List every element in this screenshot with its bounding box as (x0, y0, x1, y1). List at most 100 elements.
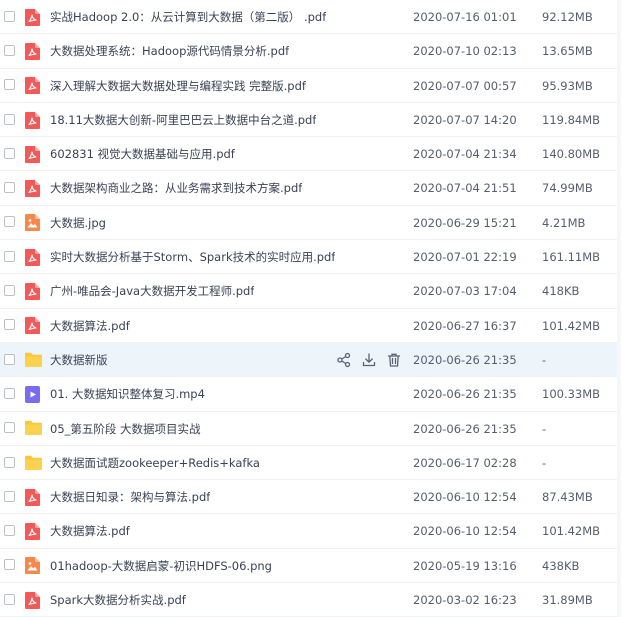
file-name[interactable]: 大数据架构商业之路：从业务需求到技术方案.pdf (50, 171, 302, 205)
pdf-file-icon (25, 523, 40, 541)
file-size: 31.89MB (542, 593, 593, 608)
modified-date: 2020-07-16 01:01 (413, 10, 517, 24)
file-row[interactable]: 深入理解大数据大数据处理与编程实践 完整版.pdf 2020-07-07 00:5… (0, 69, 621, 103)
modified-date: 2020-06-27 16:37 (413, 318, 517, 333)
download-icon[interactable] (361, 352, 377, 368)
modified-date: 2020-07-04 21:34 (413, 147, 517, 162)
folder-icon (25, 455, 42, 472)
pdf-file-icon (25, 180, 40, 198)
file-name[interactable]: 广州-唯品会-Java大数据开发工程师.pdf (50, 274, 254, 308)
modified-date: 2020-07-04 21:51 (413, 181, 517, 196)
file-size: - (542, 421, 547, 436)
modified-date: 2020-06-26 21:35 (413, 421, 517, 436)
file-row[interactable]: 大数据日知录：架构与算法.pdf 2020-06-10 12:54 87.43MB (0, 480, 621, 515)
row-checkbox[interactable] (4, 182, 15, 194)
file-row[interactable]: 实时大数据分析基于Storm、Spark技术的实时应用.pdf 2020-07-0… (0, 240, 621, 275)
modified-date: 2020-07-07 14:20 (413, 112, 517, 127)
file-row[interactable]: 05_第五阶段 大数据项目实战 2020-06-26 21:35 - (0, 412, 621, 446)
file-name[interactable]: 实战Hadoop 2.0：从云计算到大数据（第二版） .pdf (50, 0, 326, 34)
file-name[interactable]: 大数据处理系统：Hadoop源代码情景分析.pdf (50, 34, 289, 68)
file-size: 161.11MB (542, 250, 601, 265)
file-name[interactable]: 大数据面试题zookeeper+Redis+kafka (50, 446, 260, 480)
file-name[interactable]: 大数据.jpg (50, 206, 106, 240)
file-row[interactable]: 01hadoop-大数据启蒙-初识HDFS-06.png 2020-05-19 1… (0, 549, 621, 584)
file-name[interactable]: 05_第五阶段 大数据项目实战 (50, 412, 201, 446)
file-row[interactable]: 大数据架构商业之路：从业务需求到技术方案.pdf 2020-07-04 21:51… (0, 171, 621, 206)
row-checkbox[interactable] (4, 525, 15, 537)
file-row[interactable]: 大数据.jpg 2020-06-29 15:21 4.21MB (0, 206, 621, 241)
file-name[interactable]: 大数据新版 (50, 343, 108, 377)
file-list: 实战Hadoop 2.0：从云计算到大数据（第二版） .pdf 2020-07-1… (0, 0, 621, 617)
file-size: 100.33MB (542, 387, 601, 402)
pdf-file-icon (25, 488, 40, 506)
row-checkbox[interactable] (4, 353, 15, 365)
modified-date: 2020-07-01 22:19 (413, 250, 517, 265)
file-name[interactable]: 18.11大数据大创新-阿里巴巴云上数据中台之道.pdf (50, 103, 316, 137)
file-row[interactable]: 实战Hadoop 2.0：从云计算到大数据（第二版） .pdf 2020-07-1… (0, 0, 621, 35)
file-row[interactable]: Spark大数据分析实战.pdf 2020-03-02 16:23 31.89MB (0, 583, 621, 617)
file-list-rows: 实战Hadoop 2.0：从云计算到大数据（第二版） .pdf 2020-07-1… (0, 0, 621, 617)
file-row[interactable]: 18.11大数据大创新-阿里巴巴云上数据中台之道.pdf 2020-07-07 1… (0, 103, 621, 138)
pdf-file-icon (25, 591, 40, 609)
row-checkbox[interactable] (4, 250, 15, 262)
row-checkbox[interactable] (4, 387, 15, 399)
image-file-icon (25, 557, 40, 575)
file-name[interactable]: Spark大数据分析实战.pdf (50, 583, 186, 617)
file-row[interactable]: 01. 大数据知识整体复习.mp4 2020-06-26 21:35 100.33M… (0, 377, 621, 412)
modified-date: 2020-06-10 12:54 (413, 524, 517, 539)
image-file-icon (25, 214, 40, 232)
file-row[interactable]: 大数据算法.pdf 2020-06-27 16:37 101.42MB (0, 309, 621, 343)
file-row[interactable]: 602831 视觉大数据基础与应用.pdf 2020-07-04 21:34 140… (0, 137, 621, 172)
row-checkbox[interactable] (4, 422, 15, 434)
pdf-file-icon (25, 111, 40, 129)
pdf-file-icon (25, 283, 40, 301)
row-checkbox[interactable] (4, 319, 15, 331)
file-name[interactable]: 01hadoop-大数据启蒙-初识HDFS-06.png (50, 549, 272, 583)
modified-date: 2020-06-26 21:35 (413, 387, 517, 402)
modified-date: 2020-05-19 13:16 (413, 558, 517, 573)
file-size: 92.12MB (542, 10, 593, 24)
file-size: 95.93MB (542, 78, 593, 93)
row-checkbox[interactable] (4, 10, 15, 22)
file-size: 4.21MB (542, 215, 586, 230)
row-checkbox[interactable] (4, 147, 15, 159)
file-name[interactable]: 实时大数据分析基于Storm、Spark技术的实时应用.pdf (50, 240, 335, 274)
modified-date: 2020-06-29 15:21 (413, 215, 517, 230)
row-checkbox[interactable] (4, 113, 15, 125)
modified-date: 2020-06-10 12:54 (413, 490, 517, 505)
file-size: 74.99MB (542, 181, 593, 196)
row-checkbox[interactable] (4, 79, 15, 91)
file-name[interactable]: 大数据算法.pdf (50, 514, 130, 548)
row-checkbox[interactable] (4, 285, 15, 297)
file-size: 13.65MB (542, 44, 593, 59)
pdf-file-icon (25, 77, 40, 95)
file-name[interactable]: 深入理解大数据大数据处理与编程实践 完整版.pdf (50, 69, 306, 103)
scrollbar[interactable] (617, 0, 621, 617)
modified-date: 2020-07-03 17:04 (413, 284, 517, 299)
file-row[interactable]: 大数据新版 2020-06-26 21:35 - (0, 342, 621, 378)
file-name[interactable]: 01. 大数据知识整体复习.mp4 (50, 377, 205, 411)
delete-icon[interactable] (386, 352, 402, 368)
file-size: - (542, 455, 547, 470)
file-size: - (542, 352, 547, 367)
file-row[interactable]: 广州-唯品会-Java大数据开发工程师.pdf 2020-07-03 17:04 4… (0, 274, 621, 309)
modified-date: 2020-06-26 21:35 (413, 352, 517, 367)
folder-icon (25, 352, 42, 369)
file-name[interactable]: 大数据日知录：架构与算法.pdf (50, 480, 210, 514)
file-name[interactable]: 602831 视觉大数据基础与应用.pdf (50, 137, 235, 171)
modified-date: 2020-07-07 00:57 (413, 78, 517, 93)
file-row[interactable]: 大数据面试题zookeeper+Redis+kafka 2020-06-17 02… (0, 446, 621, 481)
modified-date: 2020-06-17 02:28 (413, 455, 517, 470)
row-checkbox[interactable] (4, 216, 15, 228)
row-checkbox[interactable] (4, 456, 15, 468)
row-checkbox[interactable] (4, 593, 15, 605)
file-row[interactable]: 大数据处理系统：Hadoop源代码情景分析.pdf 2020-07-10 02:1… (0, 34, 621, 69)
file-row[interactable]: 大数据算法.pdf 2020-06-10 12:54 101.42MB (0, 514, 621, 549)
row-checkbox[interactable] (4, 490, 15, 502)
folder-icon (25, 420, 42, 437)
file-name[interactable]: 大数据算法.pdf (50, 309, 130, 343)
row-checkbox[interactable] (4, 559, 15, 571)
pdf-file-icon (25, 317, 40, 335)
row-checkbox[interactable] (4, 44, 15, 56)
share-icon[interactable] (336, 352, 352, 368)
